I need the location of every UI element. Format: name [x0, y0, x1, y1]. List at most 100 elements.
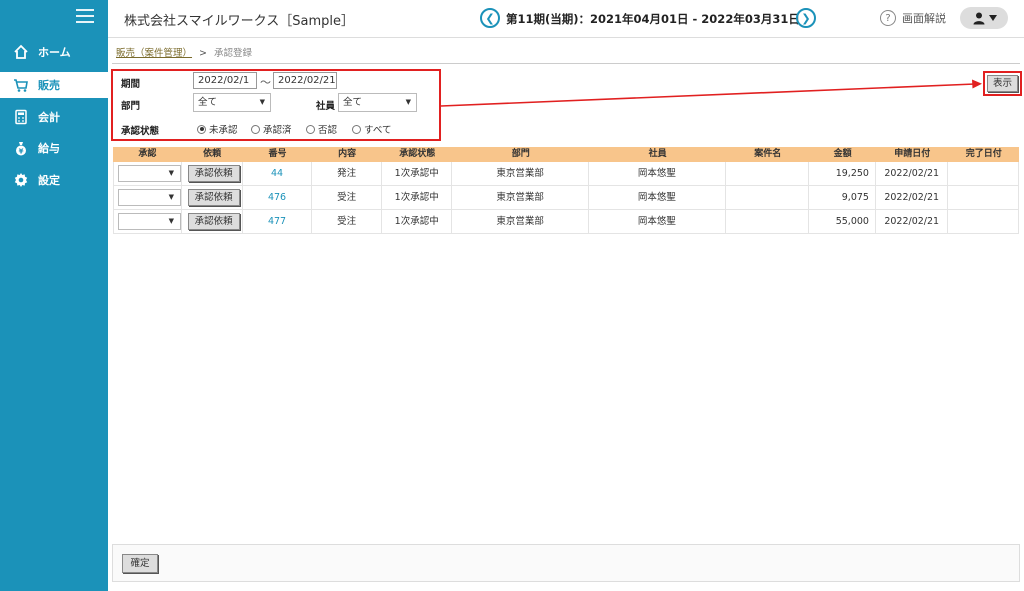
applied-date-cell: 2022/02/21 [876, 210, 949, 233]
sidebar-item-accounting[interactable]: 会計 [0, 104, 108, 130]
chevron-down-icon [988, 15, 997, 21]
table-row: ▼ 承認依頼 44 発注 1次承認中 東京営業部 岡本悠聖 19,250 202… [113, 162, 1019, 186]
radio-dot [352, 124, 361, 134]
column-header: 案件名 [754, 149, 782, 159]
breadcrumb-parent-link[interactable]: 販売（案件管理） [116, 48, 192, 59]
radio-label: 未承認 [209, 125, 238, 136]
show-button-highlight-box: 表示 [983, 71, 1022, 96]
caret-down-icon: ▼ [259, 98, 265, 106]
sidebar-item-settings[interactable]: 設定 [0, 167, 108, 193]
column-header: 社員 [648, 149, 667, 159]
status-cell: 1次承認中 [382, 162, 453, 185]
case-name-cell [726, 210, 809, 233]
divider [112, 63, 1020, 64]
approval-table: 承認 依頼 番号 内容 承認状態 部門 社員 案件名 金額 申請日付 完了日付 … [113, 147, 1019, 234]
column-header: 番号 [268, 149, 287, 159]
approval-select[interactable]: ▼ [118, 189, 181, 206]
request-cell: 承認依頼 [182, 186, 243, 209]
svg-text:¥: ¥ [19, 148, 24, 156]
caret-down-icon: ▼ [168, 217, 174, 225]
show-button[interactable]: 表示 [987, 75, 1018, 92]
sidebar-item-home[interactable]: ホーム [0, 39, 108, 65]
radio-label: 承認済 [263, 125, 292, 136]
sidebar-item-sales[interactable]: 販売 [0, 72, 108, 98]
request-approval-button[interactable]: 承認依頼 [187, 189, 240, 206]
status-radio-approved[interactable]: 承認済 [251, 122, 292, 136]
question-icon: ? [880, 10, 896, 26]
approval-cell: ▼ [113, 186, 182, 209]
approval-select[interactable]: ▼ [118, 213, 181, 230]
caret-down-icon: ▼ [405, 98, 411, 106]
case-name-cell [726, 186, 809, 209]
department-select[interactable]: 全て ▼ [193, 93, 271, 112]
employee-select-value: 全て [343, 97, 363, 108]
content-cell: 発注 [312, 162, 382, 185]
footer-bar: 確定 [112, 544, 1020, 582]
department-cell: 東京営業部 [452, 162, 589, 185]
gear-icon [12, 171, 30, 189]
sidebar-item-payroll[interactable]: ¥ 給与 [0, 135, 108, 161]
number-link[interactable]: 477 [243, 210, 313, 233]
help-label: 画面解説 [902, 12, 946, 25]
completed-date-cell [948, 162, 1019, 185]
radio-dot [306, 124, 315, 134]
date-range-tilde: ～ [260, 76, 271, 89]
column-header: 承認 [138, 149, 157, 159]
breadcrumb-current: 承認登録 [214, 48, 253, 59]
breadcrumb: 販売（案件管理） > 承認登録 [116, 45, 252, 59]
column-header: 承認状態 [399, 149, 436, 159]
date-from-input[interactable]: 2022/02/1 [193, 72, 257, 89]
status-cell: 1次承認中 [382, 210, 453, 233]
number-link[interactable]: 44 [243, 162, 313, 185]
request-cell: 承認依頼 [182, 162, 243, 185]
request-approval-button[interactable]: 承認依頼 [187, 165, 240, 182]
applied-date-cell: 2022/02/21 [876, 186, 949, 209]
user-menu-button[interactable] [960, 7, 1008, 29]
department-cell: 東京営業部 [452, 186, 589, 209]
table-row: ▼ 承認依頼 476 受注 1次承認中 東京営業部 岡本悠聖 9,075 202… [113, 186, 1019, 210]
sidebar-item-label: 給与 [38, 142, 60, 155]
radio-label: すべて [364, 125, 392, 136]
sidebar-item-label: 会計 [38, 111, 60, 124]
sidebar-item-label: 設定 [38, 174, 60, 187]
status-radio-all[interactable]: すべて [352, 122, 391, 136]
status-radio-unapproved[interactable]: 未承認 [197, 122, 238, 136]
status-label: 承認状態 [121, 126, 160, 137]
status-cell: 1次承認中 [382, 186, 453, 209]
period-label: 期間 [121, 79, 141, 90]
money-bag-icon: ¥ [12, 139, 30, 157]
case-name-cell [726, 162, 809, 185]
column-header: 金額 [833, 149, 852, 159]
date-to-input[interactable]: 2022/02/21 [273, 72, 337, 89]
completed-date-cell [948, 186, 1019, 209]
amount-cell: 9,075 [809, 186, 876, 209]
employee-select[interactable]: 全て ▼ [338, 93, 417, 112]
radio-dot [197, 124, 206, 134]
radio-label: 否認 [318, 125, 338, 136]
number-link[interactable]: 476 [243, 186, 313, 209]
request-approval-button[interactable]: 承認依頼 [187, 213, 240, 230]
status-radio-rejected[interactable]: 否認 [306, 122, 337, 136]
period-prev-button[interactable]: ❮ [480, 8, 500, 28]
column-header: 部門 [511, 149, 530, 159]
fiscal-period-text: 第11期(当期)：2021年04月01日 - 2022年03月31日 [506, 12, 800, 26]
company-name: 株式会社スマイルワークス［Sample］ [124, 14, 354, 29]
approval-select[interactable]: ▼ [118, 165, 181, 182]
caret-down-icon: ▼ [168, 169, 174, 177]
confirm-button[interactable]: 確定 [122, 554, 158, 573]
column-header: 申請日付 [894, 149, 931, 159]
help-button[interactable]: ? 画面解説 [880, 10, 946, 26]
amount-cell: 55,000 [809, 210, 876, 233]
period-next-button[interactable]: ❯ [796, 8, 816, 28]
table-row: ▼ 承認依頼 477 受注 1次承認中 東京営業部 岡本悠聖 55,000 20… [113, 210, 1019, 234]
calculator-icon [12, 108, 30, 126]
amount-cell: 19,250 [809, 162, 876, 185]
hamburger-menu-icon[interactable] [76, 9, 94, 23]
approval-cell: ▼ [113, 210, 182, 233]
caret-down-icon: ▼ [168, 193, 174, 201]
cart-icon [12, 76, 30, 94]
applied-date-cell: 2022/02/21 [876, 162, 949, 185]
sidebar-item-label: ホーム [38, 46, 71, 59]
sidebar: ホーム 販売 会計 ¥ 給与 設定 [0, 0, 108, 591]
radio-dot [251, 124, 260, 134]
